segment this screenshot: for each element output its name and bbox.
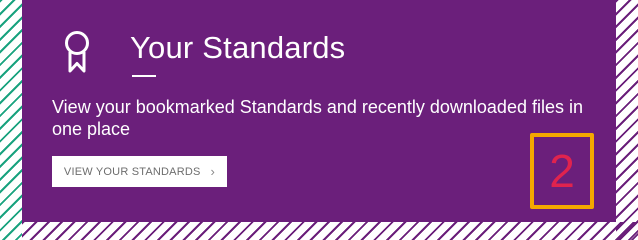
card-description: View your bookmarked Standards and recen… [52, 97, 583, 139]
your-standards-card: Your Standards View your bookmarked Stan… [22, 0, 616, 222]
annotation-marker: 2 [530, 133, 594, 209]
view-your-standards-label: VIEW YOUR STANDARDS [63, 165, 201, 178]
left-hatch-decoration [0, 0, 22, 240]
card-title: Your Standards [130, 30, 346, 65]
award-ribbon-icon [65, 31, 89, 73]
view-your-standards-button[interactable]: VIEW YOUR STANDARDS › [52, 156, 227, 187]
annotation-number: 2 [549, 145, 575, 197]
title-underline [132, 75, 156, 77]
bottom-hatch-decoration [22, 222, 638, 240]
right-hatch-decoration [616, 0, 638, 240]
chevron-right-icon: › [210, 164, 216, 179]
